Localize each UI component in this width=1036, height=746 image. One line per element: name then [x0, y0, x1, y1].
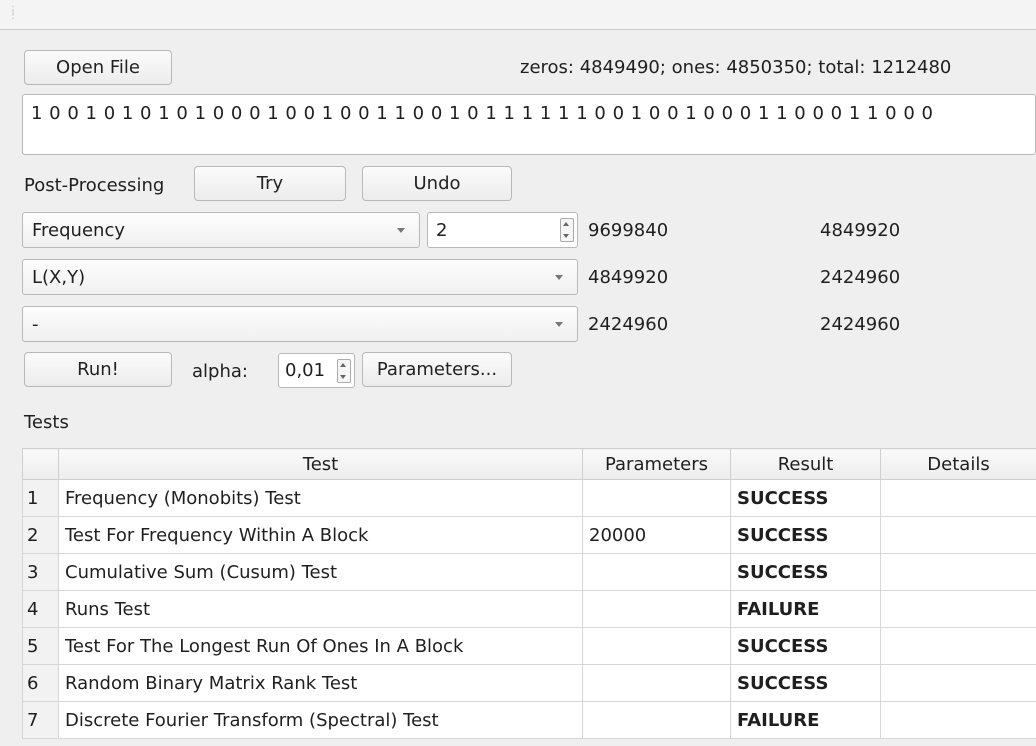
- row-number[interactable]: 4: [22, 590, 59, 628]
- parameters-button[interactable]: Parameters...: [362, 352, 512, 387]
- undo-button[interactable]: Undo: [362, 166, 512, 201]
- test-name-cell[interactable]: Runs Test: [58, 590, 583, 628]
- bit-sequence-text: 1 0 0 1 0 1 0 1 0 1 0 0 0 1 0 0 1 0 0 1 …: [31, 103, 934, 124]
- table-row[interactable]: 3 Cumulative Sum (Cusum) Test SUCCESS: [22, 553, 1036, 591]
- bit-sequence-field[interactable]: 1 0 0 1 0 1 0 1 0 1 0 0 0 1 0 0 1 0 0 1 …: [22, 94, 1036, 155]
- test-name-cell[interactable]: Random Binary Matrix Rank Test: [58, 664, 583, 702]
- result-cell[interactable]: SUCCESS: [730, 516, 881, 554]
- parameters-cell[interactable]: [582, 590, 731, 628]
- file-stats-label: zeros: 4849490; ones: 4850350; total: 12…: [520, 57, 952, 78]
- spin-arrows-icon[interactable]: [560, 218, 574, 242]
- table-row[interactable]: 1 Frequency (Monobits) Test SUCCESS: [22, 479, 1036, 517]
- row-number[interactable]: 2: [22, 516, 59, 554]
- grip-icon[interactable]: ⋮ ⋮: [8, 6, 18, 22]
- table-row[interactable]: 6 Random Binary Matrix Rank Test SUCCESS: [22, 664, 1036, 702]
- test-name-cell[interactable]: Discrete Fourier Transform (Spectral) Te…: [58, 701, 583, 739]
- alpha-label: alpha:: [192, 361, 248, 382]
- details-cell[interactable]: [880, 701, 1036, 739]
- postprocessing-method-select-3[interactable]: -: [22, 306, 578, 342]
- column-header-test[interactable]: Test: [58, 448, 583, 480]
- details-cell[interactable]: [880, 479, 1036, 517]
- row1-input-count: 9699840: [588, 219, 669, 241]
- corner-header[interactable]: [22, 448, 59, 480]
- row1-output-count: 4849920: [820, 219, 901, 241]
- parameters-cell[interactable]: 20000: [582, 516, 731, 554]
- row2-output-count: 2424960: [820, 266, 901, 288]
- table-row[interactable]: 4 Runs Test FAILURE: [22, 590, 1036, 628]
- result-cell[interactable]: SUCCESS: [730, 553, 881, 591]
- table-row[interactable]: 5 Test For The Longest Run Of Ones In A B…: [22, 627, 1036, 665]
- result-cell[interactable]: SUCCESS: [730, 664, 881, 702]
- parameters-cell[interactable]: [582, 553, 731, 591]
- spinbox-value: 2: [436, 219, 448, 241]
- chevron-down-icon: [555, 322, 563, 327]
- chevron-down-icon: [397, 228, 405, 233]
- details-cell[interactable]: [880, 553, 1036, 591]
- test-name-cell[interactable]: Frequency (Monobits) Test: [58, 479, 583, 517]
- parameters-cell[interactable]: [582, 664, 731, 702]
- column-header-details[interactable]: Details: [880, 448, 1036, 480]
- details-cell[interactable]: [880, 590, 1036, 628]
- run-button[interactable]: Run!: [24, 352, 172, 387]
- details-cell[interactable]: [880, 627, 1036, 665]
- test-name-cell[interactable]: Test For The Longest Run Of Ones In A Bl…: [58, 627, 583, 665]
- spin-arrows-icon[interactable]: [337, 359, 351, 383]
- post-processing-label: Post-Processing: [24, 174, 165, 196]
- row2-input-count: 4849920: [588, 266, 669, 288]
- spinbox-value: 0,01: [285, 360, 326, 381]
- result-cell[interactable]: SUCCESS: [730, 479, 881, 517]
- column-header-result[interactable]: Result: [730, 448, 881, 480]
- details-cell[interactable]: [880, 664, 1036, 702]
- select-value: Frequency: [32, 219, 125, 241]
- column-header-parameters[interactable]: Parameters: [582, 448, 731, 480]
- alpha-spinbox[interactable]: 0,01: [278, 353, 355, 388]
- row-number[interactable]: 6: [22, 664, 59, 702]
- table-row[interactable]: 2 Test For Frequency Within A Block 20000 S…: [22, 516, 1036, 554]
- row3-output-count: 2424960: [820, 313, 901, 335]
- result-cell[interactable]: SUCCESS: [730, 627, 881, 665]
- row-number[interactable]: 7: [22, 701, 59, 739]
- select-value: L(X,Y): [32, 266, 86, 288]
- select-value: -: [32, 313, 39, 335]
- chevron-down-icon: [555, 275, 563, 280]
- row-number[interactable]: 5: [22, 627, 59, 665]
- window-titlebar: [0, 0, 1036, 30]
- postprocessing-param-spinbox[interactable]: 2: [427, 212, 578, 248]
- table-header-row: Test Parameters Result Details: [22, 448, 1036, 480]
- parameters-cell[interactable]: [582, 627, 731, 665]
- parameters-cell[interactable]: [582, 701, 731, 739]
- details-cell[interactable]: [880, 516, 1036, 554]
- try-button[interactable]: Try: [194, 166, 346, 201]
- postprocessing-method-select-1[interactable]: Frequency: [22, 212, 420, 248]
- result-cell[interactable]: FAILURE: [730, 701, 881, 739]
- test-name-cell[interactable]: Test For Frequency Within A Block: [58, 516, 583, 554]
- open-file-button[interactable]: Open File: [24, 50, 172, 85]
- table-row[interactable]: 7 Discrete Fourier Transform (Spectral) T…: [22, 701, 1036, 739]
- row-number[interactable]: 3: [22, 553, 59, 591]
- row3-input-count: 2424960: [588, 313, 669, 335]
- parameters-cell[interactable]: [582, 479, 731, 517]
- row-number[interactable]: 1: [22, 479, 59, 517]
- postprocessing-method-select-2[interactable]: L(X,Y): [22, 259, 578, 295]
- tests-heading: Tests: [24, 411, 69, 433]
- result-cell[interactable]: FAILURE: [730, 590, 881, 628]
- test-name-cell[interactable]: Cumulative Sum (Cusum) Test: [58, 553, 583, 591]
- tests-table: Test Parameters Result Details 1 Frequenc…: [22, 448, 1036, 739]
